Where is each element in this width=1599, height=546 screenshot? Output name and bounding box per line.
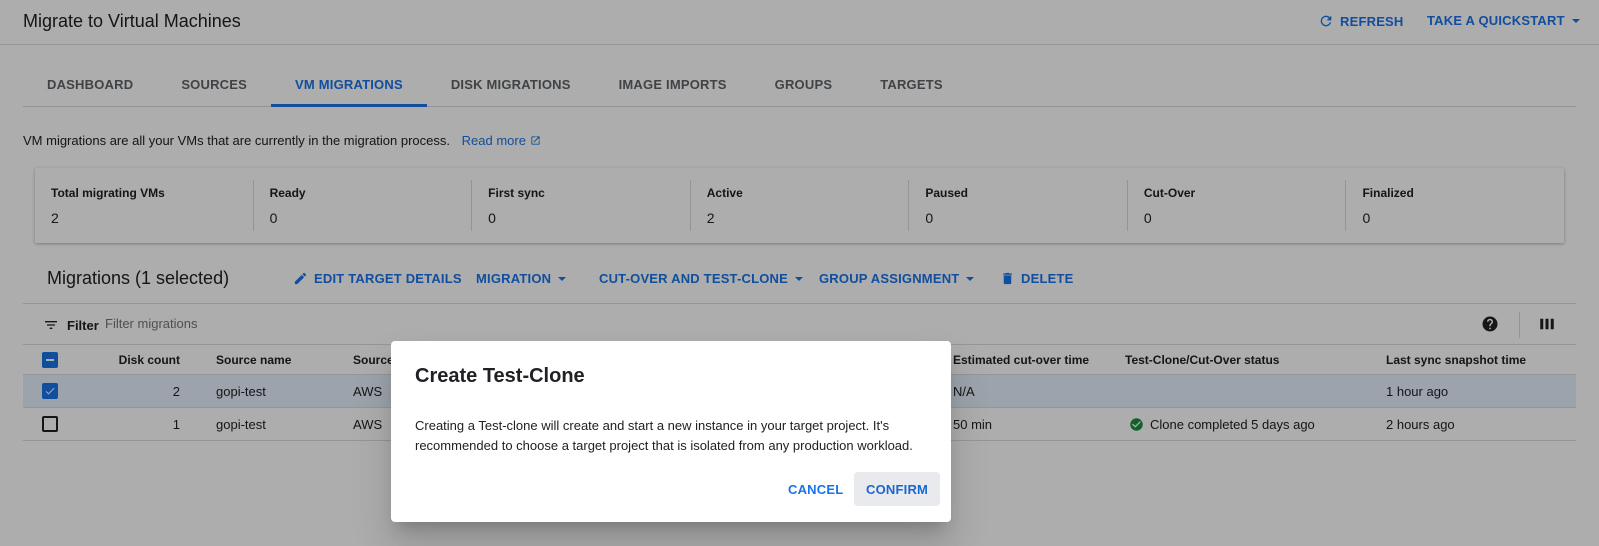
dialog-body: Creating a Test-clone will create and st… — [415, 418, 913, 453]
confirm-button[interactable]: CONFIRM — [854, 472, 941, 506]
cancel-button[interactable]: CANCEL — [776, 472, 855, 506]
dialog-title: Create Test-Clone — [415, 365, 585, 387]
create-test-clone-dialog: Create Test-Clone Creating a Test-clone … — [391, 341, 951, 522]
